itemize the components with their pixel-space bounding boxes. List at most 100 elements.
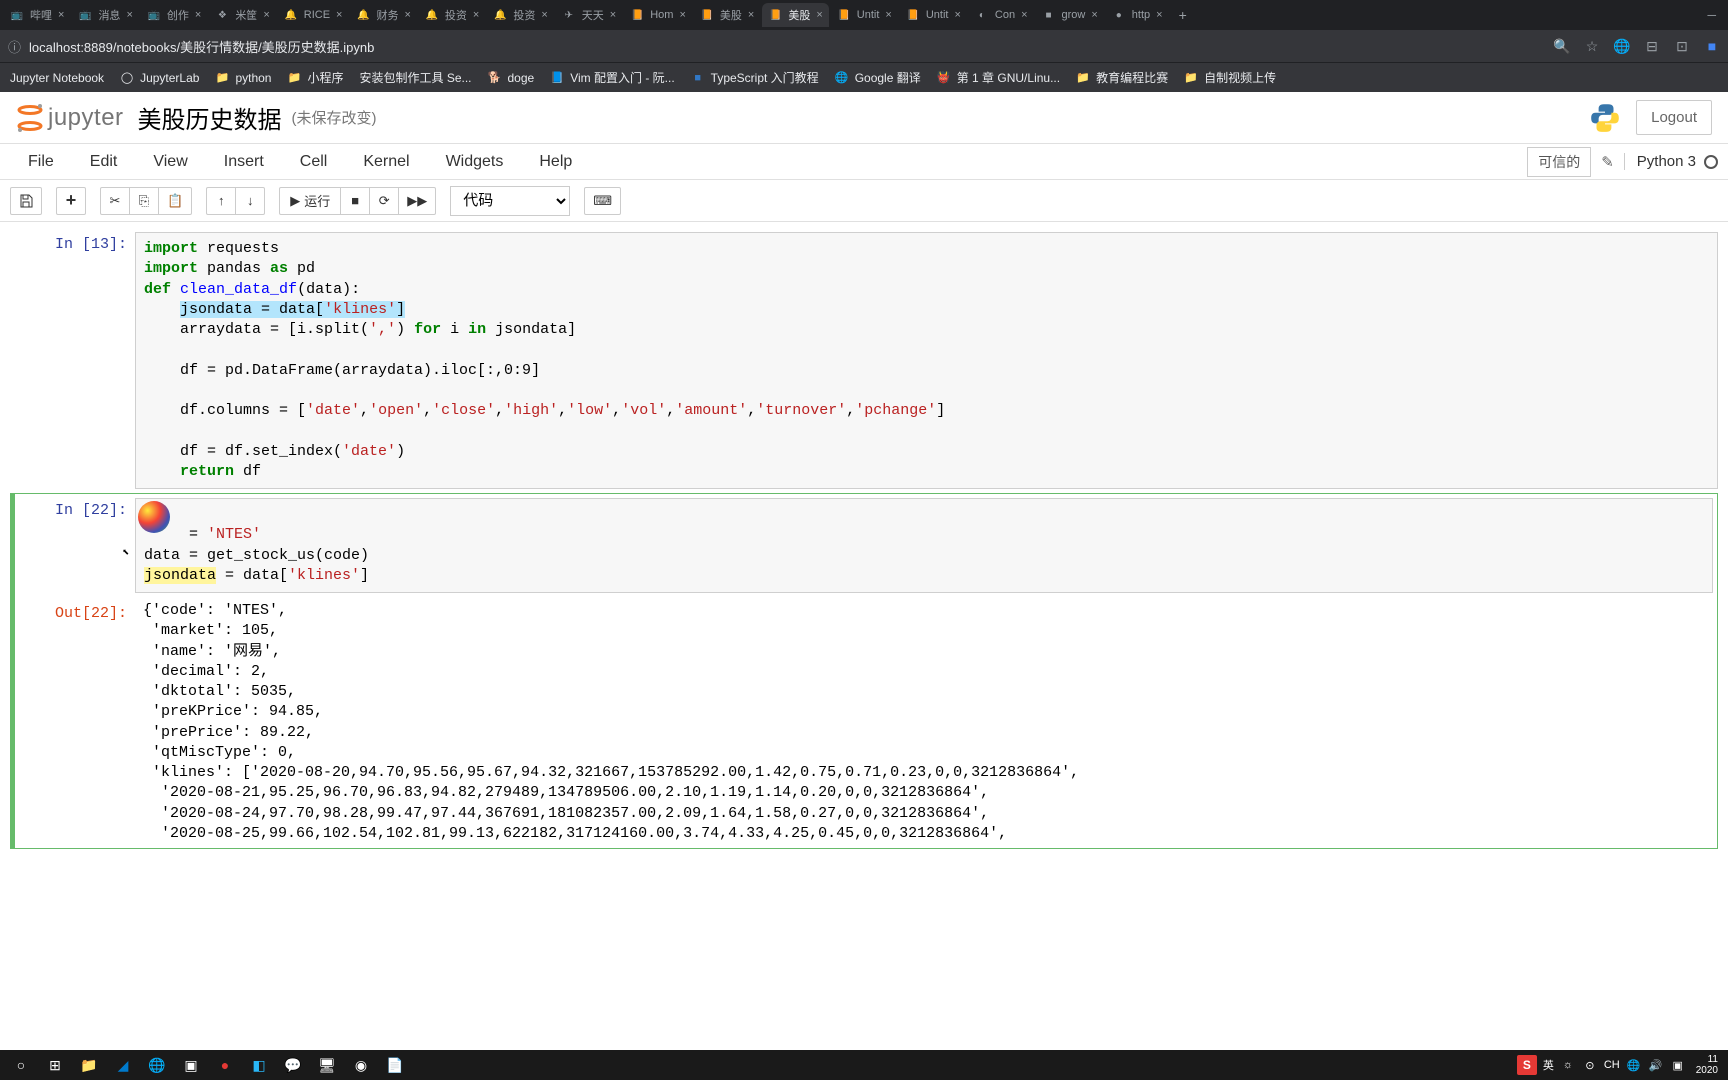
browser-tab[interactable]: 📙Untit×: [900, 4, 967, 26]
star-icon[interactable]: ☆: [1584, 38, 1600, 54]
bookmark-item[interactable]: ■TypeScript 入门教程: [691, 69, 819, 86]
close-icon[interactable]: ×: [336, 9, 342, 21]
bookmark-item[interactable]: 📘Vim 配置入门 - 阮...: [550, 69, 674, 86]
close-icon[interactable]: ×: [404, 9, 410, 21]
code-cell[interactable]: In [13]: import requests import pandas a…: [10, 232, 1718, 489]
menu-view[interactable]: View: [135, 147, 205, 177]
browser-tab[interactable]: ■grow×: [1036, 4, 1104, 26]
close-icon[interactable]: ×: [610, 9, 616, 21]
menu-kernel[interactable]: Kernel: [345, 147, 427, 177]
network-icon[interactable]: 🌐: [1626, 1057, 1642, 1073]
bookmark-item[interactable]: 📁自制视频上传: [1184, 69, 1276, 86]
browser-tab[interactable]: 📺消息×: [72, 3, 138, 27]
app-icon[interactable]: ●: [210, 1052, 240, 1078]
cut-button[interactable]: ✂: [100, 187, 130, 215]
copy-button[interactable]: ⎘: [129, 187, 159, 215]
extension-icon[interactable]: ⊟: [1644, 38, 1660, 54]
vscode-icon[interactable]: ◢: [108, 1052, 138, 1078]
menu-cell[interactable]: Cell: [282, 147, 346, 177]
close-icon[interactable]: ×: [126, 9, 132, 21]
browser-tab[interactable]: 📺创作×: [141, 3, 207, 27]
close-icon[interactable]: ×: [473, 9, 479, 21]
logout-button[interactable]: Logout: [1636, 100, 1712, 135]
browser-tab[interactable]: 📙美股×: [694, 3, 760, 27]
terminal-icon[interactable]: ▣: [176, 1052, 206, 1078]
trusted-button[interactable]: 可信的: [1527, 147, 1591, 177]
code-input[interactable]: = 'NTES' data = get_stock_us(code) jsond…: [135, 498, 1713, 593]
browser-tab[interactable]: 🔔投资×: [419, 3, 485, 27]
tray-icon[interactable]: ▣: [1670, 1057, 1686, 1073]
app-icon[interactable]: 🖥: [312, 1052, 342, 1078]
wechat-icon[interactable]: 💬: [278, 1052, 308, 1078]
restart-run-button[interactable]: ▶▶: [398, 187, 436, 215]
restart-button[interactable]: ⟳: [369, 187, 399, 215]
close-icon[interactable]: ×: [1091, 9, 1097, 21]
bookmark-item[interactable]: 🐕doge: [488, 71, 535, 85]
menu-widgets[interactable]: Widgets: [428, 147, 522, 177]
edit-icon[interactable]: ✎: [1601, 153, 1614, 171]
close-icon[interactable]: ×: [1021, 9, 1027, 21]
chrome-icon[interactable]: 🌐: [142, 1052, 172, 1078]
sogou-ime-icon[interactable]: S: [1517, 1055, 1537, 1075]
add-cell-button[interactable]: +: [56, 187, 86, 215]
ime-indicator[interactable]: CH: [1604, 1059, 1620, 1071]
save-button[interactable]: [10, 187, 42, 215]
clock[interactable]: 11 2020: [1692, 1054, 1722, 1076]
bookmark-item[interactable]: 📁教育编程比赛: [1076, 69, 1168, 86]
close-icon[interactable]: ×: [679, 9, 685, 21]
tray-icon[interactable]: ☼: [1560, 1057, 1576, 1073]
bookmark-item[interactable]: 🌐Google 翻译: [835, 69, 921, 86]
browser-tab[interactable]: ❖米筐×: [209, 3, 275, 27]
search-icon[interactable]: 🔍: [1554, 38, 1570, 54]
app-icon[interactable]: ◧: [244, 1052, 274, 1078]
browser-tab[interactable]: 🔔RICE×: [278, 4, 349, 26]
cell-type-select[interactable]: 代码: [450, 186, 570, 216]
move-down-button[interactable]: ↓: [235, 187, 265, 215]
move-up-button[interactable]: ↑: [206, 187, 236, 215]
menu-edit[interactable]: Edit: [72, 147, 136, 177]
app-icon[interactable]: ◉: [346, 1052, 376, 1078]
close-icon[interactable]: ×: [541, 9, 547, 21]
browser-tab-active[interactable]: 📙美股×: [762, 3, 828, 27]
browser-tab[interactable]: 🔔财务×: [350, 3, 416, 27]
minimize-icon[interactable]: ─: [1707, 8, 1716, 22]
jupyter-logo[interactable]: jupyter: [16, 102, 124, 134]
explorer-icon[interactable]: 📁: [74, 1052, 104, 1078]
extension-icon[interactable]: ⊡: [1674, 38, 1690, 54]
bookmark-item[interactable]: 📁python: [215, 71, 271, 85]
extension-icon[interactable]: ■: [1704, 38, 1720, 54]
new-tab-button[interactable]: +: [1171, 7, 1195, 23]
start-button[interactable]: ○: [6, 1052, 36, 1078]
command-palette-button[interactable]: ⌨: [584, 187, 621, 215]
close-icon[interactable]: ×: [1156, 9, 1162, 21]
volume-icon[interactable]: 🔊: [1648, 1057, 1664, 1073]
bookmark-item[interactable]: 安装包制作工具 Se...: [359, 69, 471, 86]
url-input[interactable]: localhost:8889/notebooks/美股行情数据/美股历史数据.i…: [29, 37, 1554, 56]
menu-help[interactable]: Help: [521, 147, 590, 177]
close-icon[interactable]: ×: [58, 9, 64, 21]
menu-file[interactable]: File: [10, 147, 72, 177]
bookmark-item[interactable]: ◯JupyterLab: [120, 71, 199, 85]
bookmark-item[interactable]: 👹第 1 章 GNU/Linu...: [937, 69, 1060, 86]
close-icon[interactable]: ×: [195, 9, 201, 21]
close-icon[interactable]: ×: [816, 9, 822, 21]
browser-tab[interactable]: 📙Untit×: [831, 4, 898, 26]
close-icon[interactable]: ×: [748, 9, 754, 21]
paste-button[interactable]: 📋: [158, 187, 192, 215]
browser-tab[interactable]: 📙Hom×: [624, 4, 692, 26]
bookmark-item[interactable]: 📁小程序: [287, 69, 343, 86]
browser-tab[interactable]: ◐Con×: [969, 4, 1034, 26]
translate-icon[interactable]: 🌐: [1614, 38, 1630, 54]
info-icon[interactable]: ⓘ: [8, 37, 21, 56]
kernel-status[interactable]: Python 3: [1624, 153, 1718, 170]
tray-icon[interactable]: ⊙: [1582, 1057, 1598, 1073]
browser-tab[interactable]: 📺哔哩×: [4, 3, 70, 27]
bookmark-item[interactable]: Jupyter Notebook: [10, 71, 104, 85]
app-icon[interactable]: 📄: [380, 1052, 410, 1078]
menu-insert[interactable]: Insert: [206, 147, 282, 177]
browser-tab[interactable]: 🔔投资×: [487, 3, 553, 27]
run-button[interactable]: ▶运行: [279, 187, 341, 215]
close-icon[interactable]: ×: [885, 9, 891, 21]
interrupt-button[interactable]: ■: [340, 187, 370, 215]
browser-tab[interactable]: ✈天天×: [556, 3, 622, 27]
